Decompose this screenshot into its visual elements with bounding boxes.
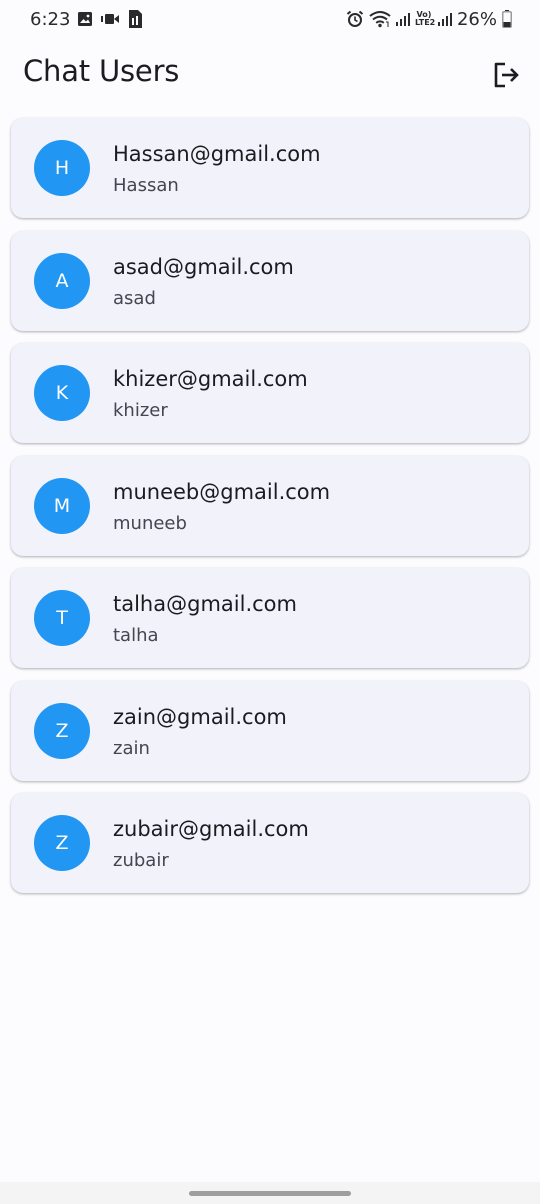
page-title: Chat Users xyxy=(23,54,180,88)
user-card[interactable]: A asad@gmail.com asad xyxy=(11,230,529,331)
user-email: khizer@gmail.com xyxy=(113,367,308,391)
avatar: A xyxy=(34,252,90,309)
user-card[interactable]: K khizer@gmail.com khizer xyxy=(11,343,529,443)
user-name: khizer xyxy=(113,400,168,421)
user-email: zubair@gmail.com xyxy=(113,817,309,841)
user-card[interactable]: M muneeb@gmail.com muneeb xyxy=(11,455,529,556)
wifi-icon xyxy=(369,10,391,28)
user-name: muneeb xyxy=(113,512,187,534)
system-nav-bar xyxy=(0,1182,540,1204)
volte-icon: Vo) LTE2 xyxy=(414,11,436,27)
status-right: Vo) LTE2 26% xyxy=(346,9,512,30)
battery-icon xyxy=(502,10,512,28)
user-name: talha xyxy=(113,625,159,646)
user-card[interactable]: H Hassan@gmail.com Hassan xyxy=(11,118,529,218)
volte-label-bottom: LTE2 xyxy=(414,18,436,27)
status-time: 6:23 xyxy=(30,8,71,30)
image-icon xyxy=(77,11,93,27)
alarm-icon xyxy=(346,10,364,28)
logout-icon xyxy=(491,60,521,90)
user-email: asad@gmail.com xyxy=(113,254,294,279)
media-icon xyxy=(100,12,120,26)
sim-card-icon xyxy=(127,9,143,29)
avatar: K xyxy=(34,365,90,421)
avatar: M xyxy=(34,477,90,534)
avatar: H xyxy=(34,140,90,196)
user-name: asad xyxy=(113,287,156,309)
status-bar: 6:23 Vo) LTE2 26% xyxy=(0,0,540,38)
avatar: T xyxy=(34,590,90,646)
user-name: zubair xyxy=(113,850,169,871)
user-list: H Hassan@gmail.com Hassan A asad@gmail.c… xyxy=(11,118,529,906)
user-email: zain@gmail.com xyxy=(113,704,287,729)
signal-icon-2 xyxy=(437,12,452,26)
avatar: Z xyxy=(34,815,90,871)
signal-icon xyxy=(395,12,410,26)
home-indicator[interactable] xyxy=(189,1191,351,1196)
user-email: Hassan@gmail.com xyxy=(113,142,321,166)
user-card[interactable]: Z zain@gmail.com zain xyxy=(11,680,529,781)
battery-percent: 26% xyxy=(456,8,497,30)
logout-button[interactable] xyxy=(484,53,528,97)
status-left: 6:23 xyxy=(30,9,143,30)
user-card[interactable]: Z zubair@gmail.com zubair xyxy=(11,793,529,893)
avatar: Z xyxy=(34,702,90,759)
user-name: Hassan xyxy=(113,175,179,196)
user-card[interactable]: T talha@gmail.com talha xyxy=(11,568,529,668)
app-bar: Chat Users xyxy=(0,38,540,106)
user-name: zain xyxy=(113,737,150,759)
user-email: talha@gmail.com xyxy=(113,592,297,616)
user-email: muneeb@gmail.com xyxy=(113,479,331,504)
